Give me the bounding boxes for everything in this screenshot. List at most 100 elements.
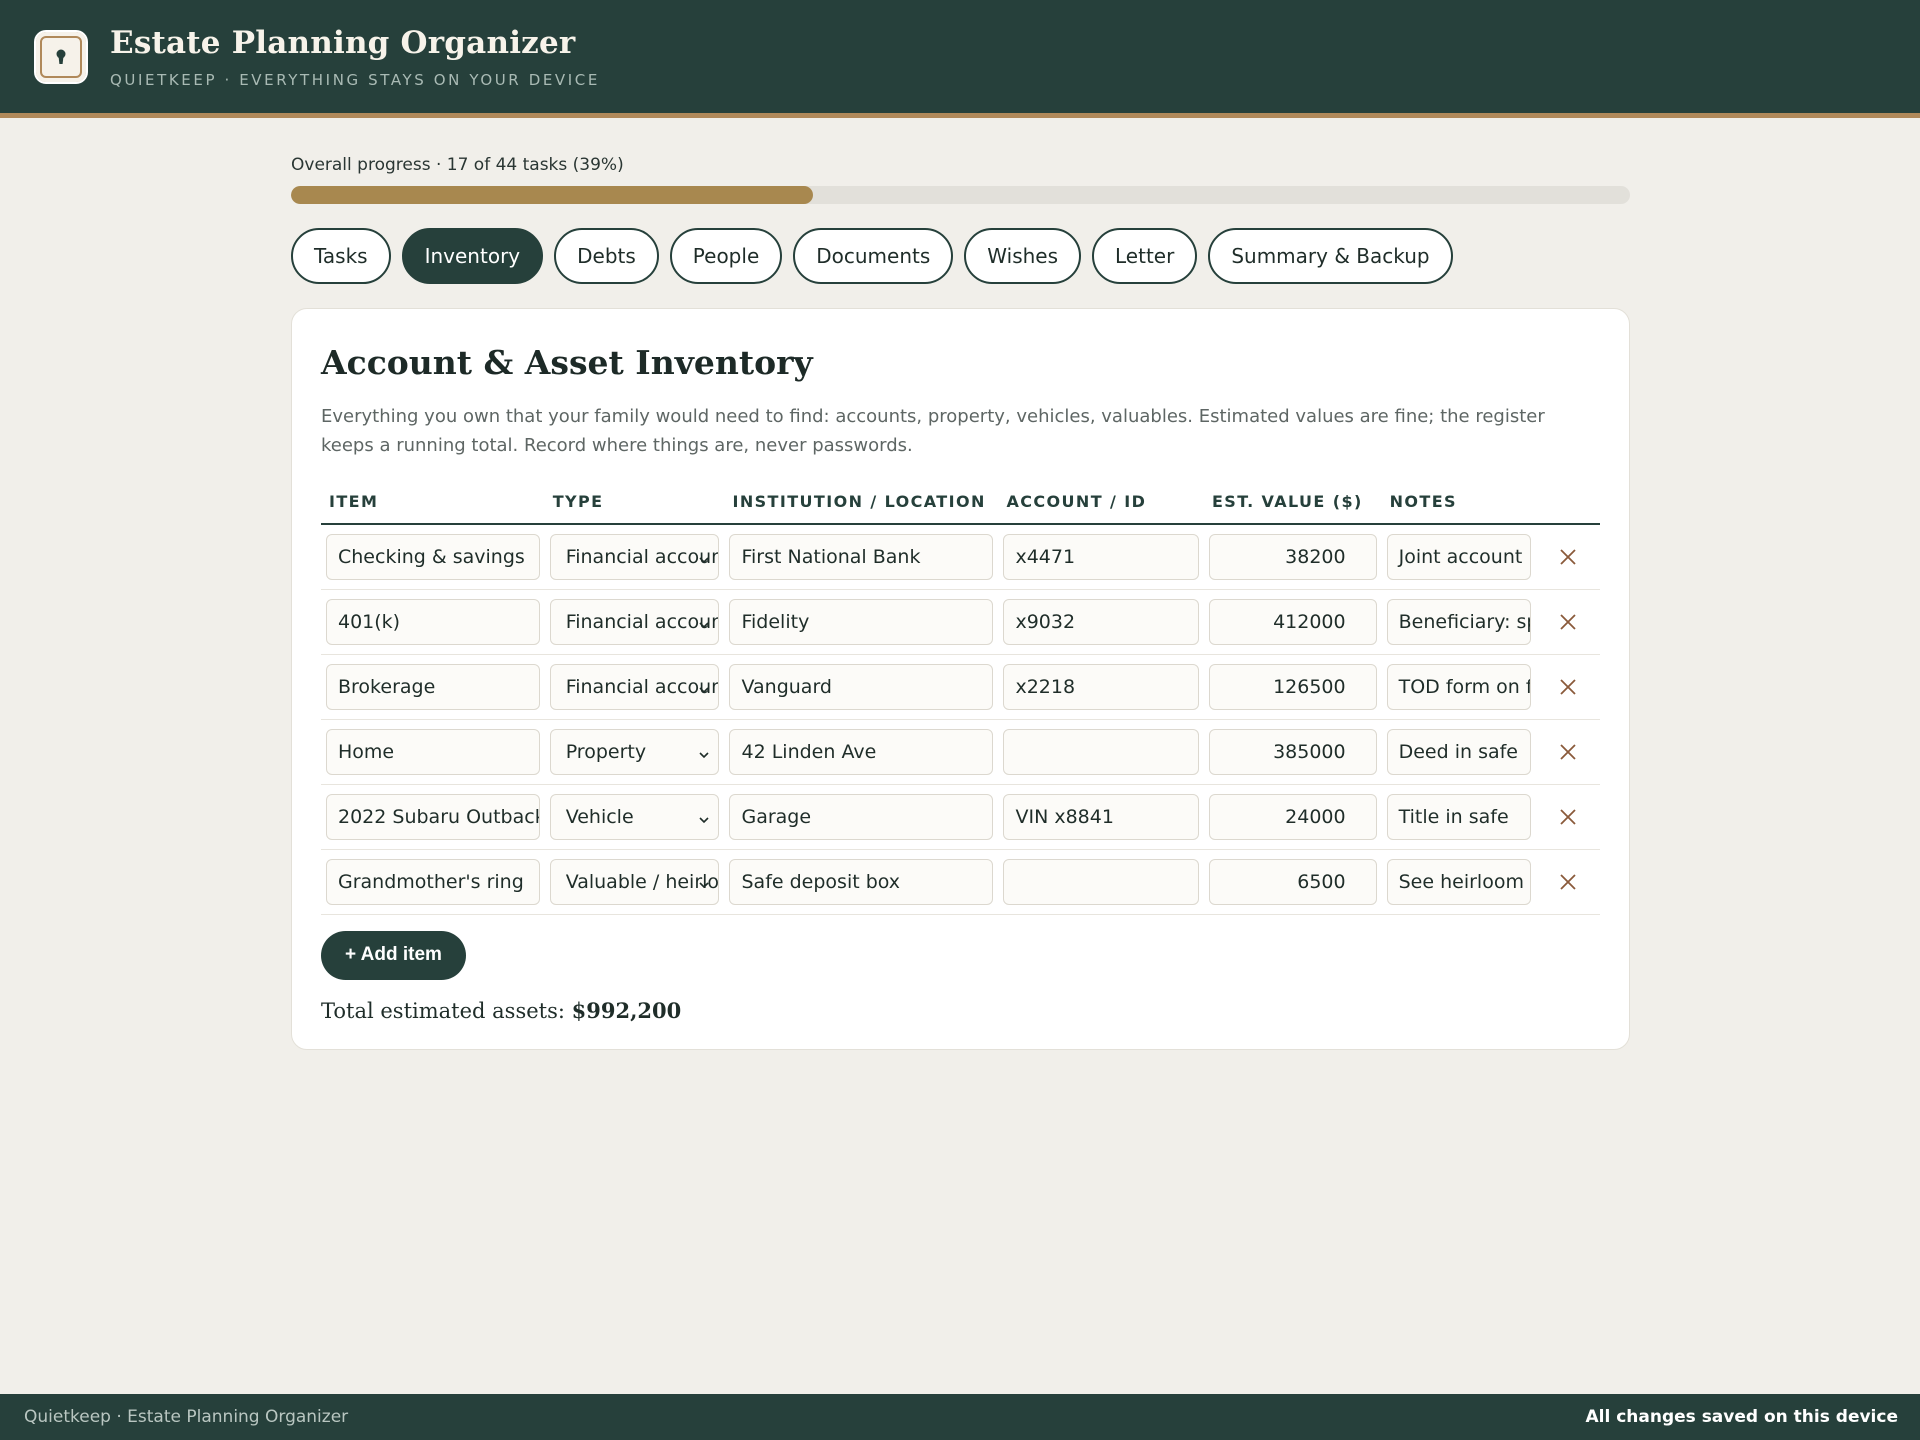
type-select[interactable]: Property [549,728,720,775]
total-label: Total estimated assets: [321,998,565,1023]
app-subtitle: Quietkeep · Everything stays on your dev… [110,70,600,89]
table-row: 401(k) Financial account Fidelity x9032 4120… [321,589,1600,655]
cell-value: 385000 [1203,719,1382,785]
chevron-down-icon [697,810,711,824]
tab-debts[interactable]: Debts [554,228,659,284]
add-item-button[interactable]: + Add item [321,930,466,980]
table-row: Grandmother's ring Valuable / heirloom Saf… [321,849,1600,915]
tab-inventory[interactable]: Inventory [401,228,544,284]
close-icon[interactable] [1551,605,1585,639]
keyhole-icon [34,29,88,84]
value-input[interactable]: 6500 [1208,858,1377,905]
tab-summary-backup[interactable]: Summary & Backup [1208,228,1453,284]
notes-input[interactable]: Deed in safe [1386,728,1531,775]
cell-value: 24000 [1203,784,1382,850]
cell-location: Garage [724,784,999,850]
type-select[interactable]: Vehicle [549,793,720,840]
cell-delete [1535,849,1600,915]
cell-notes: Beneficiary: sp [1381,589,1536,655]
value-input[interactable]: 385000 [1208,728,1377,775]
value-input[interactable]: 412000 [1208,598,1377,645]
app-title: Estate Planning Organizer [110,24,576,61]
type-select[interactable]: Valuable / heirloom [549,858,720,905]
cell-item: Brokerage [321,654,545,720]
cell-type: Property [544,719,725,785]
item-input[interactable]: Grandmother's ring [326,858,540,905]
tab-documents[interactable]: Documents [793,228,954,284]
item-input[interactable]: Home [326,728,540,775]
type-select[interactable]: Financial account [549,533,720,580]
close-icon[interactable] [1551,735,1585,769]
type-value: Vehicle [565,805,634,828]
location-input[interactable]: Fidelity [729,598,994,645]
chevron-down-icon [697,745,711,759]
account-input[interactable]: x9032 [1003,598,1199,645]
tab-wishes[interactable]: Wishes [964,228,1082,284]
tab-bar: Tasks Inventory Debts People Documents Wishes… [291,228,1453,284]
account-input[interactable]: VIN x8841 [1003,793,1199,840]
type-select[interactable]: Financial account [549,598,720,645]
app-footer: Quietkeep · Estate Planning Organizer Al… [0,1394,1920,1440]
cell-notes: Deed in safe [1381,719,1536,785]
footer-brand: Quietkeep · Estate Planning Organizer [24,1407,349,1427]
tab-tasks[interactable]: Tasks [291,228,391,284]
tab-people[interactable]: People [669,228,783,284]
cell-item: 401(k) [321,589,545,655]
table-row: 2022 Subaru Outback Vehicle Garage VIN x884… [321,784,1600,850]
notes-input[interactable]: Joint account [1386,533,1531,580]
type-value: Financial account [565,675,720,698]
item-input[interactable]: Brokerage [326,663,540,710]
cell-location: First National Bank [724,524,999,590]
item-input[interactable]: 401(k) [326,598,540,645]
progress-fill [291,186,814,204]
cell-type: Vehicle [544,784,725,850]
location-input[interactable]: Safe deposit box [729,858,994,905]
item-input[interactable]: Checking & savings [326,533,540,580]
account-input[interactable]: x4471 [1003,533,1199,580]
close-icon[interactable] [1551,670,1585,704]
close-icon[interactable] [1551,540,1585,574]
account-input[interactable]: x2218 [1003,663,1199,710]
table-row: Brokerage Financial account Vanguard x2218 1… [321,654,1600,720]
type-value: Valuable / heirloom [565,870,720,893]
value-input[interactable]: 24000 [1208,793,1377,840]
location-input[interactable]: 42 Linden Ave [729,728,994,775]
notes-input[interactable]: See heirloom l [1386,858,1531,905]
account-input[interactable] [1003,728,1199,775]
brand: Estate Planning Organizer Quietkeep · Ev… [110,25,600,89]
cell-value: 38200 [1203,524,1382,590]
cell-item: Home [321,719,545,785]
notes-input[interactable]: Beneficiary: sp [1386,598,1531,645]
table-header: Item Type Institution / Location Account / … [321,484,1600,525]
cell-delete [1535,719,1600,785]
close-icon[interactable] [1551,800,1585,834]
location-input[interactable]: Garage [729,793,994,840]
cell-notes: See heirloom l [1381,849,1536,915]
item-input[interactable]: 2022 Subaru Outback [326,793,540,840]
cell-value: 126500 [1203,654,1382,720]
cell-account: x2218 [998,654,1204,720]
notes-input[interactable]: Title in safe [1386,793,1531,840]
cell-delete [1535,589,1600,655]
chevron-down-icon [697,615,711,629]
notes-input[interactable]: TOD form on f [1386,663,1531,710]
tab-letter[interactable]: Letter [1092,228,1198,284]
cell-account: x9032 [998,589,1204,655]
value-input[interactable]: 126500 [1208,663,1377,710]
cell-delete [1535,784,1600,850]
type-value: Property [565,740,647,763]
chevron-down-icon [697,680,711,694]
account-input[interactable] [1003,858,1199,905]
location-input[interactable]: Vanguard [729,663,994,710]
total-value: $992,200 [571,997,682,1023]
cell-item: Checking & savings [321,524,545,590]
location-input[interactable]: First National Bank [729,533,994,580]
cell-delete [1535,524,1600,590]
chevron-down-icon [697,875,711,889]
value-input[interactable]: 38200 [1208,533,1377,580]
close-icon[interactable] [1551,865,1585,899]
cell-item: 2022 Subaru Outback [321,784,545,850]
type-value: Financial account [565,545,720,568]
type-select[interactable]: Financial account [549,663,720,710]
cell-notes: Title in safe [1381,784,1536,850]
